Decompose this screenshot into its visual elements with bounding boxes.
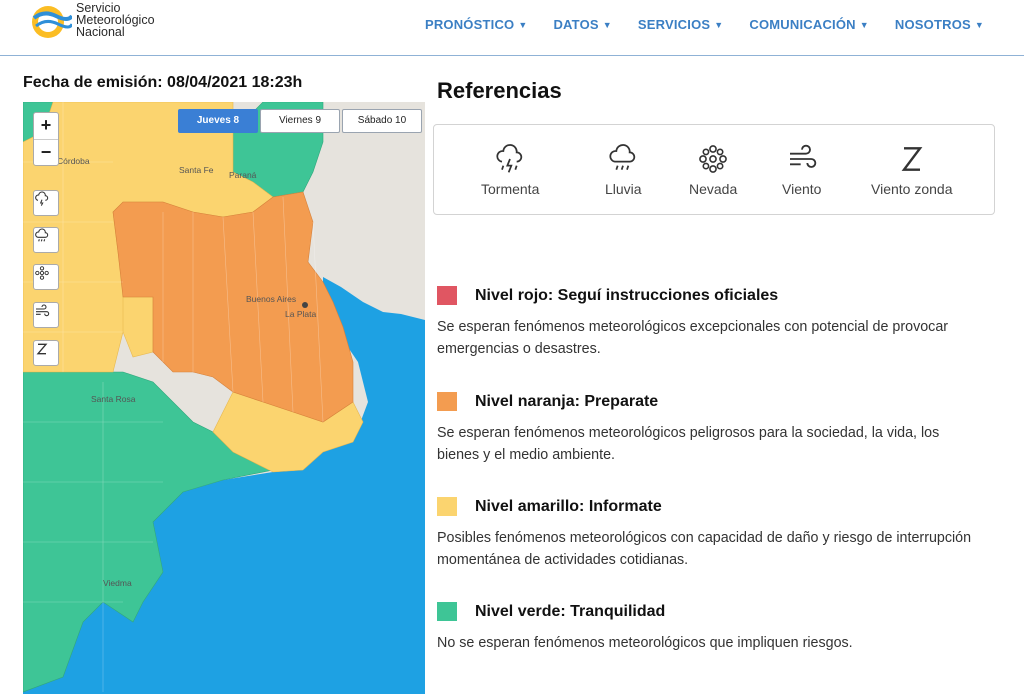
chevron-down-icon: ▼ xyxy=(859,20,869,30)
layer-wind-button[interactable] xyxy=(33,302,59,328)
level-orange-title: Nivel naranja: Preparate xyxy=(475,392,659,410)
zonda-icon xyxy=(901,147,923,171)
reference-zonda[interactable]: Viento zonda xyxy=(871,143,952,197)
nav-nosotros-label: NOSOTROS xyxy=(894,17,971,32)
level-red-title: Nivel rojo: Seguí instrucciones oficiale… xyxy=(475,286,779,304)
nav-nosotros[interactable]: NOSOTROS ▼ xyxy=(895,17,984,32)
map-label-la-plata: La Plata xyxy=(285,309,317,319)
reference-rain[interactable]: Lluvia xyxy=(605,143,642,197)
map-label-viedma: Viedma xyxy=(103,578,132,588)
storm-icon xyxy=(35,191,49,206)
nav-comunicacion[interactable]: COMUNICACIÓN ▼ xyxy=(749,17,869,32)
tab-sabado[interactable]: Sábado 10 xyxy=(342,109,422,133)
level-yellow-header: Nivel amarillo: Informate xyxy=(437,497,977,516)
nav-servicios[interactable]: SERVICIOS ▼ xyxy=(638,17,723,32)
rain-icon xyxy=(35,228,49,242)
layer-snow-button[interactable] xyxy=(33,264,59,290)
nav-datos-label: DATOS xyxy=(553,17,599,32)
rain-icon xyxy=(609,144,636,170)
level-red-header: Nivel rojo: Seguí instrucciones oficiale… xyxy=(437,286,977,305)
wind-icon xyxy=(36,304,50,317)
site-header: Servicio Meteorológico Nacional PRONÓSTI… xyxy=(0,0,1024,56)
reference-zonda-label: Viento zonda xyxy=(871,181,953,197)
reference-snow-label: Nevada xyxy=(689,181,738,197)
alert-map[interactable]: Córdoba Santa Fe Paraná Buenos Aires La … xyxy=(23,102,425,694)
reference-rain-label: Lluvia xyxy=(605,181,642,197)
wind-icon xyxy=(789,144,816,168)
level-red: Nivel rojo: Seguí instrucciones oficiale… xyxy=(437,286,977,360)
level-yellow: Nivel amarillo: Informate Posibles fenóm… xyxy=(437,497,977,571)
map-label-buenos-aires: Buenos Aires xyxy=(246,294,297,304)
references-box: Tormenta Lluvia Nevada Viento Viento zon… xyxy=(433,124,995,215)
zoom-in-button[interactable]: + xyxy=(34,113,58,139)
smn-logo-icon xyxy=(32,6,74,38)
tab-viernes[interactable]: Viernes 9 xyxy=(260,109,340,133)
layer-storm-button[interactable] xyxy=(33,190,59,216)
level-red-description: Se esperan fenómenos meteorológicos exce… xyxy=(437,319,949,357)
zoom-out-button[interactable]: − xyxy=(34,139,58,165)
level-green-description: No se esperan fenómenos meteorológicos q… xyxy=(437,635,853,651)
level-orange-swatch xyxy=(437,392,457,411)
zonda-icon xyxy=(36,343,48,355)
map-marker-buenos-aires xyxy=(302,302,308,308)
references-title: Referencias xyxy=(437,78,562,103)
logo-line-3: Nacional xyxy=(76,25,125,39)
nav-servicios-label: SERVICIOS xyxy=(637,17,711,32)
storm-icon xyxy=(496,144,523,173)
map-label-cordoba: Córdoba xyxy=(57,156,90,166)
nav-datos[interactable]: DATOS ▼ xyxy=(553,17,611,32)
logo-text: Servicio Meteorológico Nacional xyxy=(76,2,155,39)
level-red-swatch xyxy=(437,286,457,305)
chevron-down-icon: ▼ xyxy=(602,20,612,30)
nav-pronostico[interactable]: PRONÓSTICO ▼ xyxy=(425,17,528,32)
map-label-parana: Paraná xyxy=(229,170,257,180)
nav-pronostico-label: PRONÓSTICO xyxy=(424,17,515,32)
level-yellow-swatch xyxy=(437,497,457,516)
day-tabs: Jueves 8 Viernes 9 Sábado 10 xyxy=(178,109,422,133)
chevron-down-icon: ▼ xyxy=(714,20,724,30)
smn-logo[interactable]: Servicio Meteorológico Nacional xyxy=(30,2,180,42)
zoom-control: + − xyxy=(33,112,59,166)
layer-rain-button[interactable] xyxy=(33,227,59,253)
main-nav: PRONÓSTICO ▼ DATOS ▼ SERVICIOS ▼ COMUNICACI… xyxy=(425,17,984,32)
level-green-title: Nivel verde: Tranquilidad xyxy=(475,602,666,620)
map-label-santa-rosa: Santa Rosa xyxy=(91,394,136,404)
chevron-down-icon: ▼ xyxy=(518,20,528,30)
level-yellow-description: Posibles fenómenos meteorológicos con ca… xyxy=(437,530,972,568)
tab-jueves[interactable]: Jueves 8 xyxy=(178,109,258,133)
reference-wind[interactable]: Viento xyxy=(782,143,821,197)
level-yellow-title: Nivel amarillo: Informate xyxy=(475,497,662,515)
reference-storm-label: Tormenta xyxy=(481,181,540,197)
level-green-header: Nivel verde: Tranquilidad xyxy=(437,602,977,621)
level-green: Nivel verde: Tranquilidad No se esperan … xyxy=(437,602,977,654)
emission-date: Fecha de emisión: 08/04/2021 18:23h xyxy=(23,74,303,91)
level-green-swatch xyxy=(437,602,457,621)
alert-map-canvas xyxy=(23,102,425,694)
layer-zonda-button[interactable] xyxy=(33,340,59,366)
reference-snow[interactable]: Nevada xyxy=(689,143,737,197)
nav-comunicacion-label: COMUNICACIÓN xyxy=(749,17,856,32)
map-label-santa-fe: Santa Fe xyxy=(179,165,214,175)
level-orange-description: Se esperan fenómenos meteorológicos peli… xyxy=(437,425,940,463)
level-orange: Nivel naranja: Preparate Se esperan fenó… xyxy=(437,392,977,466)
reference-storm[interactable]: Tormenta xyxy=(481,143,539,197)
snow-icon xyxy=(699,145,727,173)
chevron-down-icon: ▼ xyxy=(974,20,984,30)
snow-icon xyxy=(35,266,49,280)
level-orange-header: Nivel naranja: Preparate xyxy=(437,392,977,411)
reference-wind-label: Viento xyxy=(782,181,822,197)
